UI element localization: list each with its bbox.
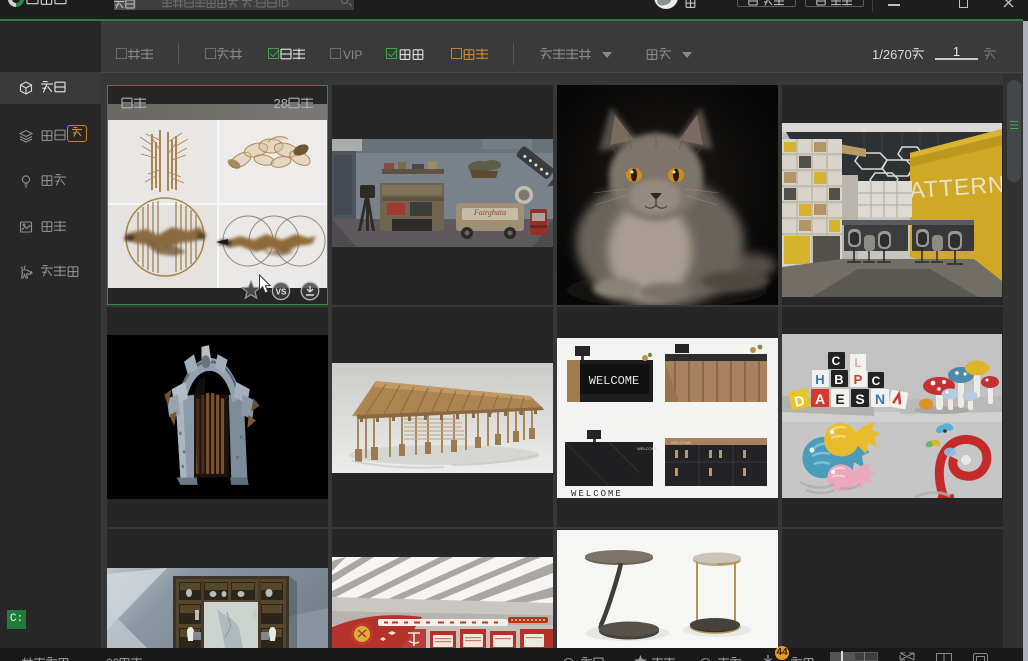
svg-text:B: B bbox=[834, 372, 843, 387]
svg-text:C: C bbox=[872, 374, 881, 388]
svg-text:WELCOME: WELCOME bbox=[671, 440, 692, 445]
svg-text:P: P bbox=[854, 372, 863, 387]
svg-text:S: S bbox=[855, 391, 864, 407]
svg-text:WELCOME: WELCOME bbox=[589, 374, 639, 388]
svg-text:N: N bbox=[875, 391, 885, 407]
svg-text:H: H bbox=[815, 372, 824, 387]
svg-text:L: L bbox=[854, 356, 861, 370]
svg-text:WELCOME: WELCOME bbox=[571, 489, 623, 498]
svg-text:A: A bbox=[815, 391, 825, 407]
svg-text:C: C bbox=[832, 354, 841, 368]
svg-text:Fairghata: Fairghata bbox=[473, 208, 506, 217]
svg-text:E: E bbox=[835, 391, 844, 407]
svg-text:VS: VS bbox=[276, 288, 287, 297]
svg-text:WELCOME: WELCOME bbox=[637, 446, 658, 451]
